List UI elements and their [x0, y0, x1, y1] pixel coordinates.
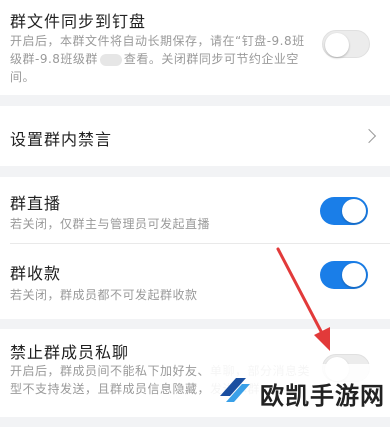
watermark: 欧凯手游网 — [208, 364, 390, 417]
chevron-right-icon — [361, 128, 377, 144]
collect-title: 群收款 — [10, 264, 62, 283]
mute-row[interactable]: 设置群内禁言 — [0, 106, 390, 166]
toggle-knob — [342, 263, 366, 287]
live-toggle[interactable] — [320, 197, 368, 225]
toggle-knob — [325, 33, 349, 57]
sync-card: 群文件同步到钉盘 开启后，本群文件将自动长期保存，请在“钉盘-9.8班级群-9.… — [0, 0, 390, 95]
watermark-text: 欧凯手游网 — [260, 382, 385, 410]
toggle-knob — [342, 199, 366, 223]
sync-description: 开启后，本群文件将自动长期保存，请在“钉盘-9.8班级群-9.8班级群 查看。关闭… — [10, 32, 310, 86]
sync-toggle[interactable] — [322, 30, 370, 58]
live-description: 若关闭，仅群主与管理员可发起直播 — [10, 217, 211, 231]
collect-description: 若关闭，群成员都不可发起群收款 — [10, 288, 198, 302]
watermark-logo-icon — [220, 378, 250, 402]
live-title: 群直播 — [10, 194, 62, 213]
redacted-blur — [99, 53, 122, 66]
live-row: 群直播 若关闭，仅群主与管理员可发起直播 — [0, 177, 390, 243]
annotation-arrow-icon — [276, 247, 330, 351]
sync-title: 群文件同步到钉盘 — [10, 12, 147, 31]
mute-title: 设置群内禁言 — [10, 130, 113, 149]
private-chat-title: 禁止群成员私聊 — [10, 343, 130, 362]
